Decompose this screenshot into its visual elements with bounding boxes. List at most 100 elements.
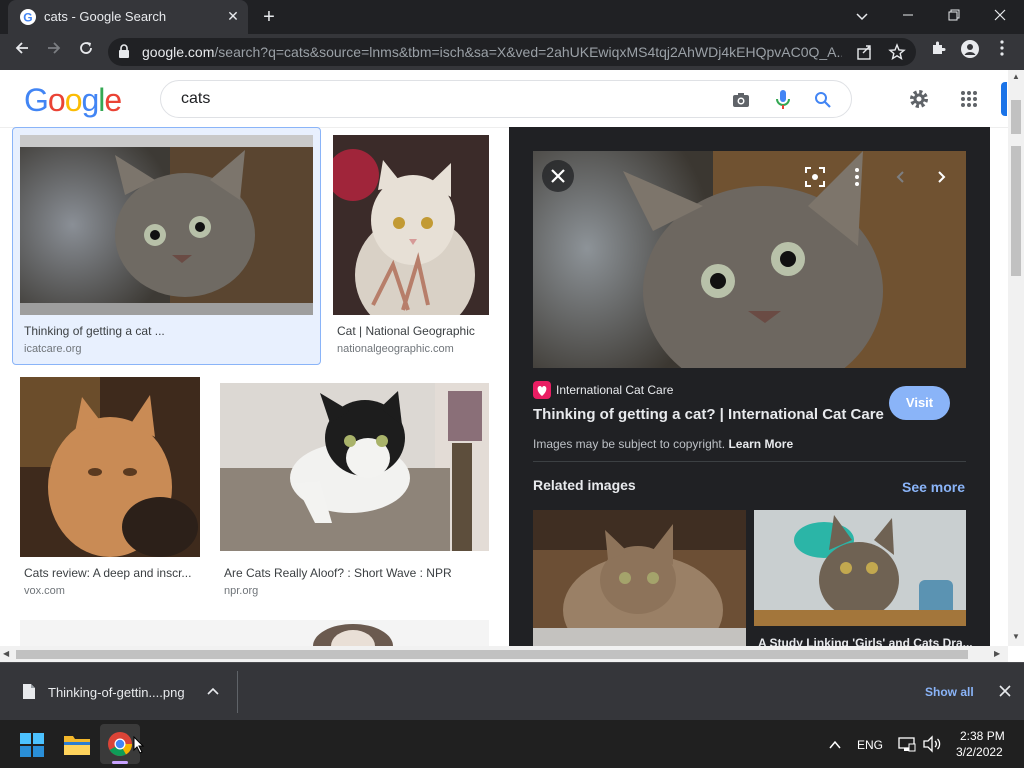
url-path: /search?q=cats&source=lnms&tbm=isch&sa=X… <box>214 44 842 60</box>
kitten-cup-image-icon <box>754 510 966 626</box>
minimize-button[interactable] <box>894 4 922 28</box>
search-icon[interactable] <box>813 90 833 110</box>
related-images-heading: Related images <box>533 477 636 493</box>
download-file-name[interactable]: Thinking-of-gettin....png <box>48 685 185 700</box>
scroll-up-arrow-icon[interactable]: ▲ <box>1011 72 1021 82</box>
image-result-thumbnail[interactable] <box>333 135 489 315</box>
reload-button[interactable] <box>74 40 98 64</box>
logo-letter: G <box>24 82 49 118</box>
file-icon <box>22 683 36 700</box>
image-result-thumbnail[interactable] <box>20 377 200 557</box>
result-caption[interactable]: Are Cats Really Aloof? : Short Wave : NP… <box>224 566 452 580</box>
google-logo[interactable]: Google <box>24 82 122 119</box>
tabby-cat-image-icon <box>533 510 746 646</box>
close-preview-button[interactable] <box>542 160 574 192</box>
restore-button[interactable] <box>940 4 968 28</box>
tab-close-icon[interactable]: ✕ <box>224 7 242 25</box>
result-caption[interactable]: Cat | National Geographic <box>337 324 475 338</box>
result-source[interactable]: nationalgeographic.com <box>337 343 454 355</box>
address-bar[interactable]: google.com/search?q=cats&source=lnms&tbm… <box>108 38 916 66</box>
new-tab-button[interactable]: + <box>258 6 280 28</box>
sign-in-button[interactable] <box>1001 82 1007 116</box>
logo-letter: o <box>64 82 83 118</box>
lens-search-icon[interactable] <box>803 165 827 189</box>
logo-letter: o <box>47 82 66 118</box>
partial-cat-image-icon <box>313 624 393 646</box>
google-favicon-icon: G <box>20 9 36 25</box>
mouse-cursor-icon <box>133 735 145 754</box>
result-source[interactable]: icatcare.org <box>24 343 81 355</box>
settings-gear-icon[interactable] <box>908 88 930 110</box>
voice-search-icon[interactable] <box>773 89 793 111</box>
browser-tab-strip: G cats - Google Search ✕ + <box>0 0 1024 34</box>
panel-site-name[interactable]: International Cat Care <box>556 383 673 397</box>
related-image[interactable] <box>754 510 966 626</box>
search-query: cats <box>181 90 211 107</box>
result-caption[interactable]: Thinking of getting a cat ... <box>24 324 165 338</box>
google-header: Google cats <box>0 70 1008 128</box>
site-favicon-icon <box>533 381 551 399</box>
forward-button[interactable] <box>42 40 66 64</box>
vertical-scrollbar[interactable]: ▲ ▼ <box>1008 70 1024 646</box>
network-icon[interactable] <box>898 735 916 753</box>
share-icon[interactable] <box>856 43 874 61</box>
vertical-scroll-thumb-top[interactable] <box>1011 100 1021 134</box>
result-source[interactable]: npr.org <box>224 585 258 597</box>
see-more-link[interactable]: See more <box>902 479 965 495</box>
image-preview-panel: International Cat Care Thinking of getti… <box>509 127 990 650</box>
lock-icon[interactable] <box>118 44 130 58</box>
download-options-chevron-icon[interactable] <box>206 685 220 699</box>
address-url[interactable]: google.com/search?q=cats&source=lnms&tbm… <box>142 44 842 60</box>
close-download-bar-icon[interactable] <box>998 684 1012 698</box>
next-image-icon[interactable] <box>931 165 951 189</box>
search-input[interactable]: cats <box>160 80 852 118</box>
back-button[interactable] <box>10 40 34 64</box>
svg-text:G: G <box>23 11 32 25</box>
window-close-button[interactable] <box>986 4 1014 28</box>
extensions-icon[interactable] <box>926 40 950 64</box>
kitten-image-icon <box>20 147 313 315</box>
white-cat-image-icon <box>333 135 489 315</box>
image-result-thumbnail[interactable] <box>20 620 489 646</box>
previous-image-icon[interactable] <box>891 165 911 189</box>
volume-icon[interactable] <box>922 735 942 753</box>
more-options-icon[interactable] <box>849 165 865 189</box>
tab-search-icon[interactable] <box>848 4 876 28</box>
learn-more-link[interactable]: Learn More <box>728 437 793 451</box>
result-caption[interactable]: Cats review: A deep and inscr... <box>24 566 191 580</box>
image-result-thumbnail[interactable] <box>220 383 489 551</box>
show-hidden-icons-chevron-icon[interactable] <box>828 738 842 750</box>
image-result-thumbnail[interactable] <box>20 135 313 315</box>
show-all-button[interactable]: Show all <box>925 685 974 699</box>
tab-title: cats - Google Search <box>44 9 167 24</box>
horizontal-scrollbar[interactable]: ◀ ▶ <box>0 646 1008 662</box>
cats-movie-image-icon <box>20 377 200 557</box>
google-apps-icon[interactable] <box>960 90 978 108</box>
panel-divider <box>533 461 966 462</box>
download-bar: Thinking-of-gettin....png Show all <box>0 662 1024 720</box>
browser-menu-icon[interactable] <box>990 40 1014 64</box>
panel-title[interactable]: Thinking of getting a cat? | Internation… <box>533 406 884 423</box>
vertical-scroll-thumb[interactable] <box>1011 146 1021 276</box>
camera-search-icon[interactable] <box>731 90 751 110</box>
active-app-indicator <box>112 761 128 764</box>
black-white-cat-image-icon <box>220 383 489 551</box>
visit-button[interactable]: Visit <box>889 386 950 420</box>
profile-avatar-icon[interactable] <box>958 40 982 64</box>
result-source[interactable]: vox.com <box>24 585 65 597</box>
related-image[interactable] <box>533 510 746 646</box>
file-explorer-icon[interactable] <box>64 733 90 755</box>
windows-taskbar: ENG 2:38 PM 3/2/2022 <box>0 720 1024 768</box>
windows-start-icon[interactable] <box>20 733 44 757</box>
browser-tab[interactable]: G cats - Google Search ✕ <box>8 0 248 34</box>
chrome-icon <box>108 732 132 757</box>
horizontal-scroll-thumb[interactable] <box>16 650 968 659</box>
logo-letter: g <box>81 82 99 118</box>
language-indicator[interactable]: ENG <box>857 738 883 752</box>
bookmark-star-icon[interactable] <box>888 43 906 61</box>
scroll-left-arrow-icon[interactable]: ◀ <box>3 649 13 659</box>
clock-time[interactable]: 2:38 PM <box>960 729 1005 743</box>
scroll-down-arrow-icon[interactable]: ▼ <box>1011 632 1021 642</box>
clock-date[interactable]: 3/2/2022 <box>956 745 1003 759</box>
scroll-right-arrow-icon[interactable]: ▶ <box>994 649 1004 659</box>
